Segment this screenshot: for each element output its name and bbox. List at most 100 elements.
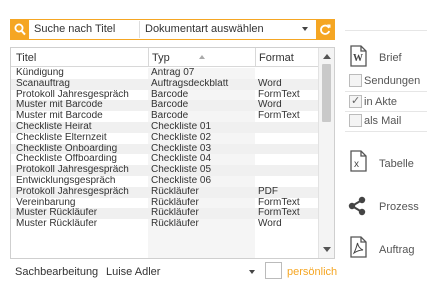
personal-checkbox[interactable] [265, 262, 282, 279]
svg-text:x: x [354, 159, 359, 170]
cell-titel: Checkliste Elternzeit [16, 132, 107, 143]
auftrag-label: Auftrag [379, 244, 415, 256]
table-row[interactable]: Checkliste Onboarding Checkliste 03 [11, 143, 319, 155]
excel-icon: x [350, 150, 367, 172]
clerk-select-value: Luise Adler [106, 266, 161, 278]
table-row[interactable]: Protokoll Jahresgespräch Checkliste 05 [11, 165, 319, 176]
search-bar: Suche nach Titel Dokumentart auswählen [10, 19, 335, 40]
cell-titel: Muster Rückläufer [16, 219, 98, 230]
cell-typ: Checkliste 05 [151, 165, 212, 176]
tabelle-label: Tabelle [379, 158, 414, 170]
cell-typ: Rückläufer [151, 186, 199, 197]
clerk-select[interactable]: Luise Adler [104, 263, 259, 280]
doctype-select[interactable]: Dokumentart auswählen [139, 21, 315, 38]
table-scrollbar[interactable] [318, 48, 334, 258]
cell-titel: Checkliste Onboarding [16, 143, 118, 154]
clerk-label: Sachbearbeitung [15, 266, 99, 278]
cell-titel: Checkliste Offboarding [16, 154, 117, 165]
cell-titel: Protokoll Jahresgespräch [16, 89, 129, 100]
search-button[interactable] [11, 20, 29, 39]
option-divider [345, 111, 427, 112]
column-header-typ[interactable]: Typ [152, 52, 170, 64]
cell-typ: Checkliste 06 [151, 175, 212, 186]
column-divider [148, 48, 149, 67]
table-row[interactable]: Muster mit Barcode Barcode Word [11, 100, 319, 112]
sendungen-label: Sendungen [364, 75, 421, 87]
cell-typ: Antrag 07 [151, 68, 195, 78]
column-header-format[interactable]: Format [259, 52, 294, 64]
table-row[interactable]: Entwicklungsgespräch Checkliste 06 [11, 176, 319, 187]
chevron-down-icon [249, 270, 255, 274]
als-mail-checkbox[interactable] [349, 114, 362, 127]
cell-format: PDF [258, 186, 278, 197]
cell-titel: Muster mit Barcode [16, 100, 103, 111]
in-akte-checkbox[interactable]: ✓ [349, 95, 362, 108]
search-input[interactable]: Suche nach Titel [34, 23, 115, 35]
share-icon [348, 196, 366, 216]
cell-titel: Scanauftrag [16, 78, 70, 89]
table-body: Kündigung Antrag 07 Scanauftrag Auftragsdec… [11, 68, 319, 230]
cell-typ: Checkliste 02 [151, 132, 212, 143]
cell-format: Word [258, 100, 282, 111]
table-row[interactable]: Muster Rückläufer Rückläufer FormText [11, 208, 319, 220]
pdf-icon [350, 236, 367, 258]
cell-titel: Kündigung [16, 68, 64, 78]
doctype-select-value: Dokumentart auswählen [145, 23, 264, 35]
cell-format: FormText [258, 89, 300, 100]
table-row[interactable]: Checkliste Offboarding Checkliste 04 [11, 154, 319, 165]
cell-typ: Checkliste 01 [151, 121, 212, 132]
cell-titel: Checkliste Heirat [16, 121, 92, 132]
chevron-down-icon [302, 27, 308, 31]
cell-titel: Muster Rückläufer [16, 208, 98, 219]
personal-label: persönlich [287, 266, 338, 278]
cell-typ: Barcode [151, 111, 189, 122]
cell-typ: Auftragsdeckblatt [151, 78, 229, 89]
table-row[interactable]: Protokoll Jahresgespräch Rückläufer PDF [11, 186, 319, 198]
cell-titel: Entwicklungsgespräch [16, 175, 116, 186]
panel-divider [345, 30, 427, 31]
cell-format: FormText [258, 197, 300, 208]
table-row[interactable]: Protokoll Jahresgespräch Barcode FormText [11, 90, 319, 101]
sendungen-checkbox[interactable] [349, 74, 362, 87]
option-divider [345, 131, 427, 132]
cell-typ: Rückläufer [151, 219, 199, 230]
cell-titel: Vereinbarung [16, 197, 76, 208]
cell-titel: Muster mit Barcode [16, 111, 103, 122]
cell-typ: Rückläufer [151, 197, 199, 208]
search-icon [14, 23, 26, 36]
refresh-icon [320, 24, 331, 35]
option-divider [345, 91, 427, 92]
cell-titel: Protokoll Jahresgespräch [16, 165, 129, 176]
table-row[interactable]: Muster mit Barcode Barcode FormText [11, 111, 319, 122]
document-table: Titel Typ Format Kündigung Antrag 07 Scana… [10, 47, 335, 259]
prozess-label: Prozess [379, 201, 419, 213]
column-header-titel[interactable]: Titel [16, 52, 36, 64]
cell-typ: Barcode [151, 89, 189, 100]
cell-format: FormText [258, 208, 300, 219]
scroll-down-icon[interactable] [323, 247, 331, 252]
table-row[interactable]: Vereinbarung Rückläufer FormText [11, 198, 319, 209]
word-icon: W [350, 45, 367, 67]
brief-label: Brief [379, 52, 402, 64]
cell-format: FormText [258, 111, 300, 122]
table-row[interactable]: Checkliste Elternzeit Checkliste 02 [11, 133, 319, 144]
svg-text:W: W [353, 53, 363, 64]
table-row[interactable]: Checkliste Heirat Checkliste 01 [11, 121, 319, 133]
cell-typ: Checkliste 04 [151, 154, 212, 165]
scroll-up-icon[interactable] [323, 54, 331, 59]
cell-typ: Rückläufer [151, 208, 199, 219]
scrollbar-thumb[interactable] [322, 64, 331, 122]
table-row[interactable]: Scanauftrag Auftragsdeckblatt Word [11, 78, 319, 90]
als-mail-label: als Mail [364, 115, 402, 127]
table-row[interactable]: Muster Rückläufer Rückläufer Word [11, 219, 319, 230]
cell-format: Word [258, 78, 282, 89]
refresh-button[interactable] [316, 20, 334, 39]
cell-format: Word [258, 219, 282, 230]
table-header: Titel Typ Format [11, 48, 319, 67]
in-akte-label: in Akte [364, 96, 398, 108]
cell-typ: Checkliste 03 [151, 143, 212, 154]
sort-ascending-icon [199, 55, 205, 59]
check-icon: ✓ [351, 95, 361, 107]
cell-typ: Barcode [151, 100, 189, 111]
table-row[interactable]: Kündigung Antrag 07 [11, 68, 319, 79]
